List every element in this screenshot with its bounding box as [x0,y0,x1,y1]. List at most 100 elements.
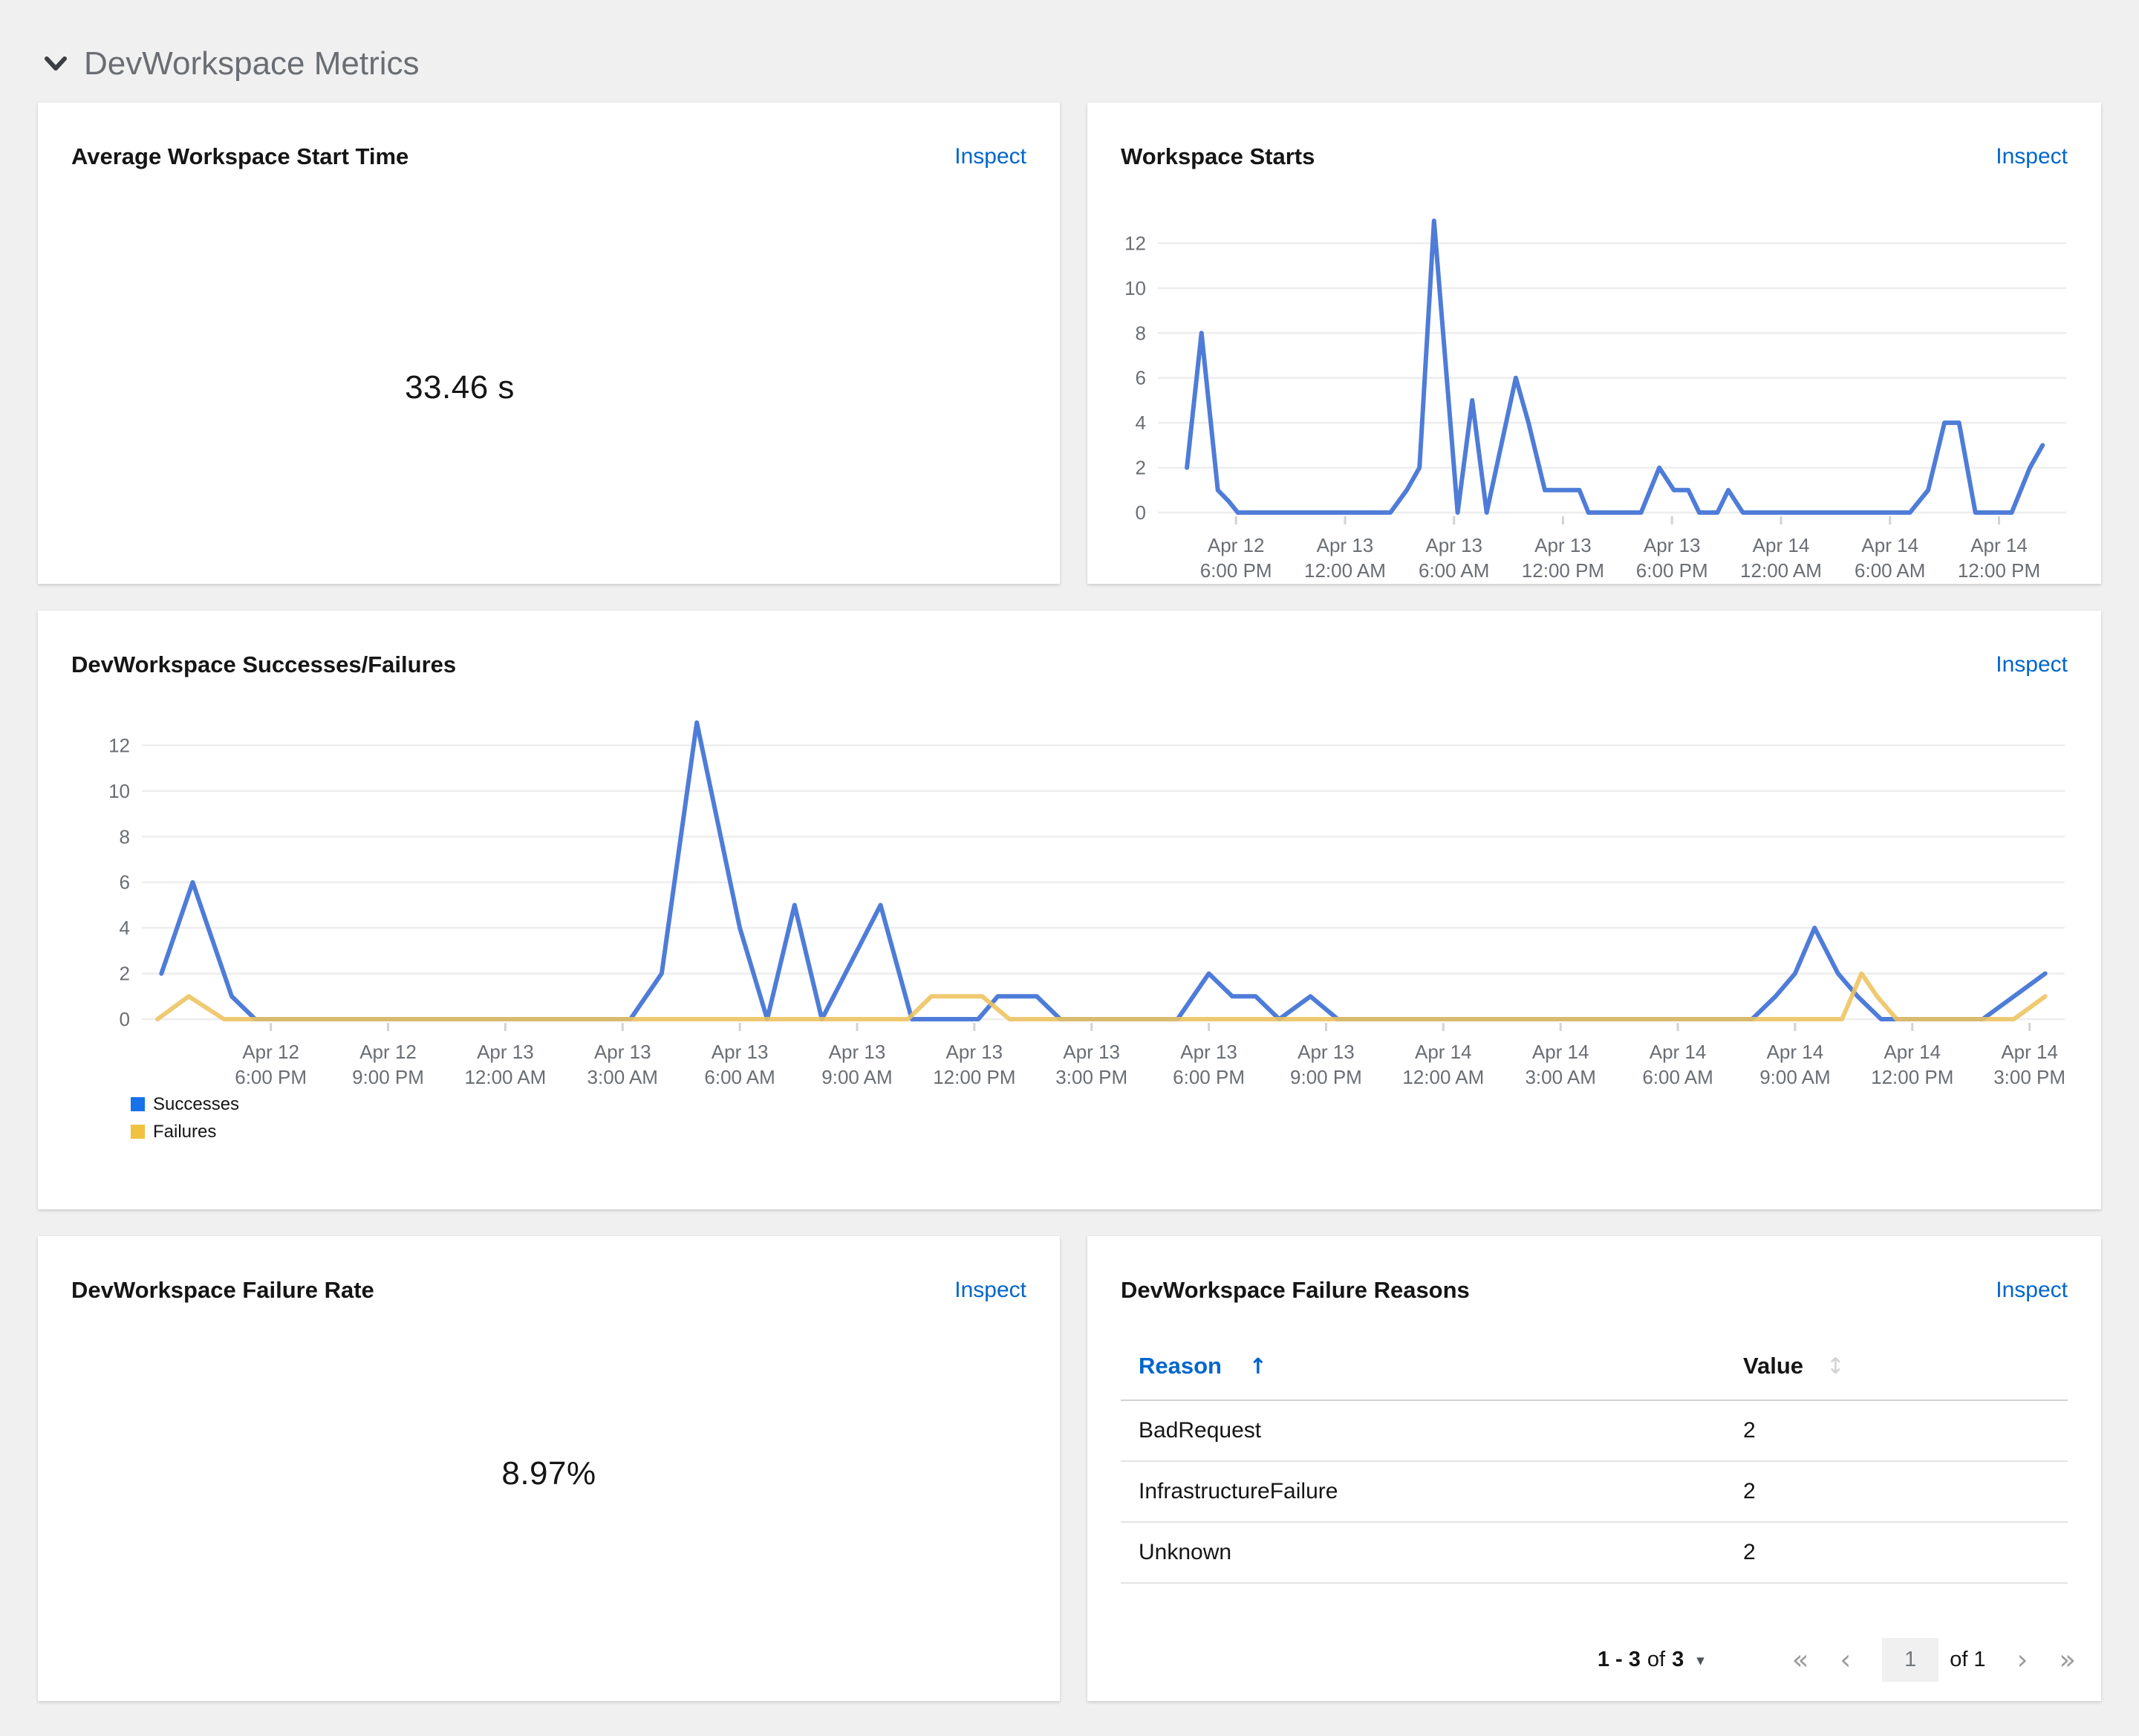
card-devworkspace-failure-reasons: DevWorkspace Failure Reasons Inspect Rea… [1087,1236,2101,1701]
previous-page-button[interactable]: ‹ [1840,1646,1851,1674]
sort-icon[interactable]: ↕ [1826,1353,1845,1379]
series-line-successes [159,720,2048,1021]
single-stat: 33.46 s [38,170,1060,406]
y-axis-tick-label: 8 [120,825,130,848]
legend-swatch-failures-icon [131,1125,145,1139]
y-axis-tick-label: 12 [1124,232,1146,254]
page-input-group: of 1 [1882,1638,1986,1682]
x-axis-tick-label: Apr 13 12:00 PM [933,1041,1015,1088]
cell-value: 2 [1743,1540,1756,1564]
table-row: BadRequest 2 [1121,1400,2068,1461]
x-axis-tick-label: Apr 14 12:00 AM [1740,534,1822,582]
chart-legend: Successes Failures [131,1091,2068,1145]
x-axis-tick-label: Apr 13 3:00 PM [1055,1041,1127,1088]
x-axis-tick-label: Apr 13 6:00 AM [1419,534,1489,582]
y-axis-tick-label: 4 [1136,412,1146,434]
legend-label: Successes [153,1093,240,1114]
x-axis-tick-label: Apr 12 9:00 PM [352,1041,424,1088]
card-title: Workspace Starts [1121,143,1315,169]
cell-reason: BadRequest [1139,1418,1262,1443]
x-axis-tick-label: Apr 13 12:00 AM [1304,534,1386,582]
y-axis-tick-label: 10 [1124,277,1146,299]
x-axis-tick-label: Apr 13 9:00 AM [821,1041,892,1088]
cell-value: 2 [1743,1418,1756,1443]
inspect-link[interactable]: Inspect [954,1276,1026,1304]
x-axis-tick-label: Apr 13 9:00 PM [1290,1041,1362,1088]
inspect-link[interactable]: Inspect [1996,651,2068,678]
next-page-button[interactable]: › [2017,1646,2028,1674]
section-title: DevWorkspace Metrics [84,45,420,82]
y-axis-tick-label: 8 [1136,322,1146,344]
card-devworkspace-successes-failures: DevWorkspace Successes/Failures Inspect … [38,611,2101,1209]
x-axis-tick-label: Apr 13 6:00 AM [704,1041,775,1088]
x-axis-tick-label: Apr 14 6:00 AM [1855,534,1925,582]
sort-ascending-icon[interactable]: ↑ [1249,1353,1267,1379]
x-axis-tick-label: Apr 14 12:00 PM [1958,534,2040,582]
card-title: Average Workspace Start Time [71,143,409,169]
legend-label: Failures [153,1121,217,1142]
x-axis-tick-label: Apr 14 6:00 AM [1642,1041,1713,1088]
stat-value: 8.97% [501,1455,596,1492]
table-row: Unknown 2 [1121,1522,2068,1583]
x-axis-tick-label: Apr 13 6:00 PM [1173,1041,1245,1088]
items-total-label: 3 [1672,1648,1684,1671]
inspect-link[interactable]: Inspect [954,143,1026,170]
cell-reason: Unknown [1139,1540,1232,1564]
inspect-link[interactable]: Inspect [1996,1276,2068,1304]
legend-item-successes[interactable]: Successes [131,1091,2068,1117]
column-header-label[interactable]: Value [1743,1353,1803,1379]
x-axis-tick-label: Apr 14 12:00 PM [1871,1041,1953,1088]
y-axis-tick-label: 6 [120,871,130,894]
x-axis-tick-label: Apr 13 12:00 AM [464,1041,546,1088]
x-axis-tick-label: Apr 13 3:00 AM [587,1041,658,1088]
chevron-down-icon[interactable] [44,56,68,72]
pagination: 1 - 3 of 3 ▾ « ‹ of 1 › » [1121,1638,2076,1682]
dashboard-page: DevWorkspace Metrics Average Workspace S… [0,0,2139,1736]
failure-reasons-table: Reason ↑ Value ↕ BadRequest 2 Infrastructu… [1121,1341,2068,1584]
first-page-button[interactable]: « [1792,1646,1809,1674]
legend-swatch-successes-icon [131,1097,145,1111]
x-axis-tick-label: Apr 13 6:00 PM [1636,534,1708,582]
column-header-label[interactable]: Reason [1139,1353,1222,1379]
series-line-starts [1185,218,2045,515]
y-axis-tick-label: 0 [120,1008,130,1030]
y-axis-tick-label: 2 [1136,457,1146,479]
y-axis-tick-label: 2 [120,963,130,985]
y-axis-tick-label: 10 [108,780,130,802]
per-page-menu-toggle[interactable]: 1 - 3 of 3 ▾ [1598,1648,1705,1672]
stat-value: 33.46 s [405,369,515,406]
inspect-link[interactable]: Inspect [1996,143,2068,170]
card-title: DevWorkspace Successes/Failures [71,651,457,677]
cell-reason: InfrastructureFailure [1139,1479,1338,1503]
workspace-starts-chart: 0 2 4 6 8 10 12 Apr 12 6:00 PM Apr 13 12:00 AM Apr … [1124,218,2066,582]
card-devworkspace-failure-rate: DevWorkspace Failure Rate Inspect 8.97% [38,1236,1060,1701]
x-axis-tick-label: Apr 14 12:00 AM [1402,1041,1484,1088]
y-axis-tick-label: 6 [1136,367,1146,389]
table-row: InfrastructureFailure 2 [1121,1461,2068,1522]
y-axis-tick-label: 0 [1136,501,1146,524]
x-axis-tick-label: Apr 12 6:00 PM [1200,534,1272,582]
of-label: of [1647,1648,1666,1671]
current-page-input[interactable] [1882,1638,1939,1682]
card-title: DevWorkspace Failure Reasons [1121,1277,1470,1303]
last-page-button[interactable]: » [2059,1646,2076,1674]
table-header-row: Reason ↑ Value ↕ [1121,1341,2068,1400]
column-header-value[interactable]: Value ↕ [1725,1341,2068,1400]
x-axis-tick-label: Apr 12 6:00 PM [235,1041,307,1088]
y-axis-tick-label: 4 [120,917,130,939]
card-title: DevWorkspace Failure Rate [71,1277,374,1303]
column-header-reason[interactable]: Reason ↑ [1121,1341,1725,1400]
legend-item-failures[interactable]: Failures [131,1119,2068,1145]
caret-down-icon: ▾ [1696,1651,1705,1669]
single-stat: 8.97% [38,1304,1060,1492]
x-axis-tick-label: Apr 14 3:00 PM [1993,1041,2065,1088]
successes-failures-chart: 0 2 4 6 8 10 12 Apr 12 6:00 PM Apr 12 9:00 PM Apr 1… [108,720,2065,1088]
y-axis-tick-label: 12 [108,734,130,756]
card-workspace-starts: Workspace Starts Inspect 0 2 4 6 8 10 12 Apr 12… [1087,103,2101,584]
x-axis-tick-label: Apr 14 9:00 AM [1759,1041,1830,1088]
items-range-label: 1 - 3 [1597,1648,1641,1671]
total-pages-label: of 1 [1950,1648,1986,1671]
cell-value: 2 [1743,1479,1756,1503]
card-average-workspace-start-time: Average Workspace Start Time Inspect 33.… [38,103,1060,584]
x-axis-tick-label: Apr 13 12:00 PM [1522,534,1604,582]
